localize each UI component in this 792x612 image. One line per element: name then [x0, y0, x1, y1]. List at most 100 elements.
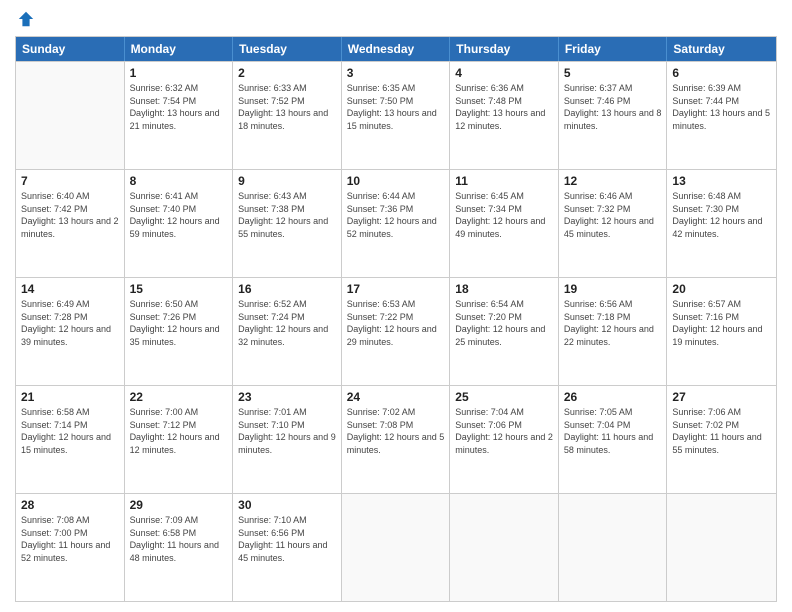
- cal-cell-0-6: 6 Sunrise: 6:39 AM Sunset: 7:44 PM Daylig…: [667, 62, 776, 169]
- day-info: Sunrise: 6:45 AM Sunset: 7:34 PM Dayligh…: [455, 190, 553, 240]
- day-info: Sunrise: 6:37 AM Sunset: 7:46 PM Dayligh…: [564, 82, 662, 132]
- day-number: 21: [21, 390, 119, 404]
- cal-cell-1-4: 11 Sunrise: 6:45 AM Sunset: 7:34 PM Dayli…: [450, 170, 559, 277]
- logo-icon: [17, 10, 35, 28]
- day-info: Sunrise: 6:39 AM Sunset: 7:44 PM Dayligh…: [672, 82, 771, 132]
- header-day-wednesday: Wednesday: [342, 37, 451, 61]
- day-number: 22: [130, 390, 228, 404]
- cal-cell-0-1: 1Sunrise: 6:32 AM Sunset: 7:54 PM Daylig…: [125, 62, 234, 169]
- cal-cell-0-5: 5 Sunrise: 6:37 AM Sunset: 7:46 PM Daylig…: [559, 62, 668, 169]
- cal-cell-4-6: [667, 494, 776, 601]
- day-info: Sunrise: 6:54 AM Sunset: 7:20 PM Dayligh…: [455, 298, 553, 348]
- page: SundayMondayTuesdayWednesdayThursdayFrid…: [0, 0, 792, 612]
- day-info: Sunrise: 6:41 AM Sunset: 7:40 PM Dayligh…: [130, 190, 228, 240]
- cal-cell-1-2: 9 Sunrise: 6:43 AM Sunset: 7:38 PM Daylig…: [233, 170, 342, 277]
- cal-cell-4-5: [559, 494, 668, 601]
- week-row-4: 28 Sunrise: 7:08 AM Sunset: 7:00 PM Dayli…: [16, 493, 776, 601]
- day-number: 9: [238, 174, 336, 188]
- day-info: Sunrise: 6:49 AM Sunset: 7:28 PM Dayligh…: [21, 298, 119, 348]
- cal-cell-4-0: 28 Sunrise: 7:08 AM Sunset: 7:00 PM Dayli…: [16, 494, 125, 601]
- day-number: 15: [130, 282, 228, 296]
- calendar-header: SundayMondayTuesdayWednesdayThursdayFrid…: [16, 37, 776, 61]
- day-number: 24: [347, 390, 445, 404]
- day-info: Sunrise: 6:48 AM Sunset: 7:30 PM Dayligh…: [672, 190, 771, 240]
- cal-cell-0-3: 3 Sunrise: 6:35 AM Sunset: 7:50 PM Daylig…: [342, 62, 451, 169]
- cal-cell-2-5: 19 Sunrise: 6:56 AM Sunset: 7:18 PM Dayli…: [559, 278, 668, 385]
- header: [15, 10, 777, 28]
- day-number: 26: [564, 390, 662, 404]
- cal-cell-0-0: [16, 62, 125, 169]
- day-number: 11: [455, 174, 553, 188]
- cal-cell-2-4: 18 Sunrise: 6:54 AM Sunset: 7:20 PM Dayli…: [450, 278, 559, 385]
- day-number: 2: [238, 66, 336, 80]
- cal-cell-2-0: 14 Sunrise: 6:49 AM Sunset: 7:28 PM Dayli…: [16, 278, 125, 385]
- day-number: 3: [347, 66, 445, 80]
- header-day-thursday: Thursday: [450, 37, 559, 61]
- cal-cell-3-2: 23Sunrise: 7:01 AM Sunset: 7:10 PM Dayli…: [233, 386, 342, 493]
- day-number: 7: [21, 174, 119, 188]
- day-info: Sunrise: 6:35 AM Sunset: 7:50 PM Dayligh…: [347, 82, 445, 132]
- header-day-saturday: Saturday: [667, 37, 776, 61]
- day-number: 28: [21, 498, 119, 512]
- day-info: Sunrise: 7:02 AM Sunset: 7:08 PM Dayligh…: [347, 406, 445, 456]
- day-number: 19: [564, 282, 662, 296]
- cal-cell-1-6: 13 Sunrise: 6:48 AM Sunset: 7:30 PM Dayli…: [667, 170, 776, 277]
- week-row-1: 7 Sunrise: 6:40 AM Sunset: 7:42 PM Daylig…: [16, 169, 776, 277]
- day-number: 14: [21, 282, 119, 296]
- day-info: Sunrise: 6:52 AM Sunset: 7:24 PM Dayligh…: [238, 298, 336, 348]
- day-number: 1: [130, 66, 228, 80]
- header-day-monday: Monday: [125, 37, 234, 61]
- day-info: Sunrise: 7:08 AM Sunset: 7:00 PM Dayligh…: [21, 514, 119, 564]
- day-number: 16: [238, 282, 336, 296]
- cal-cell-3-6: 27 Sunrise: 7:06 AM Sunset: 7:02 PM Dayli…: [667, 386, 776, 493]
- day-number: 30: [238, 498, 336, 512]
- cal-cell-1-1: 8 Sunrise: 6:41 AM Sunset: 7:40 PM Daylig…: [125, 170, 234, 277]
- cal-cell-4-2: 30Sunrise: 7:10 AM Sunset: 6:56 PM Dayli…: [233, 494, 342, 601]
- day-info: Sunrise: 6:57 AM Sunset: 7:16 PM Dayligh…: [672, 298, 771, 348]
- cal-cell-3-0: 21 Sunrise: 6:58 AM Sunset: 7:14 PM Dayli…: [16, 386, 125, 493]
- cal-cell-0-4: 4Sunrise: 6:36 AM Sunset: 7:48 PM Daylig…: [450, 62, 559, 169]
- header-day-sunday: Sunday: [16, 37, 125, 61]
- cal-cell-3-1: 22Sunrise: 7:00 AM Sunset: 7:12 PM Dayli…: [125, 386, 234, 493]
- cal-cell-2-1: 15 Sunrise: 6:50 AM Sunset: 7:26 PM Dayli…: [125, 278, 234, 385]
- day-number: 10: [347, 174, 445, 188]
- day-info: Sunrise: 6:46 AM Sunset: 7:32 PM Dayligh…: [564, 190, 662, 240]
- day-info: Sunrise: 7:05 AM Sunset: 7:04 PM Dayligh…: [564, 406, 662, 456]
- calendar-body: 1Sunrise: 6:32 AM Sunset: 7:54 PM Daylig…: [16, 61, 776, 601]
- cal-cell-1-3: 10 Sunrise: 6:44 AM Sunset: 7:36 PM Dayli…: [342, 170, 451, 277]
- day-info: Sunrise: 6:53 AM Sunset: 7:22 PM Dayligh…: [347, 298, 445, 348]
- header-day-friday: Friday: [559, 37, 668, 61]
- day-info: Sunrise: 6:56 AM Sunset: 7:18 PM Dayligh…: [564, 298, 662, 348]
- day-number: 20: [672, 282, 771, 296]
- day-number: 8: [130, 174, 228, 188]
- day-info: Sunrise: 6:40 AM Sunset: 7:42 PM Dayligh…: [21, 190, 119, 240]
- day-number: 6: [672, 66, 771, 80]
- day-number: 17: [347, 282, 445, 296]
- week-row-0: 1Sunrise: 6:32 AM Sunset: 7:54 PM Daylig…: [16, 61, 776, 169]
- day-info: Sunrise: 7:06 AM Sunset: 7:02 PM Dayligh…: [672, 406, 771, 456]
- cal-cell-4-3: [342, 494, 451, 601]
- day-info: Sunrise: 6:33 AM Sunset: 7:52 PM Dayligh…: [238, 82, 336, 132]
- calendar: SundayMondayTuesdayWednesdayThursdayFrid…: [15, 36, 777, 602]
- day-number: 23: [238, 390, 336, 404]
- day-info: Sunrise: 7:09 AM Sunset: 6:58 PM Dayligh…: [130, 514, 228, 564]
- cal-cell-1-0: 7 Sunrise: 6:40 AM Sunset: 7:42 PM Daylig…: [16, 170, 125, 277]
- logo: [15, 10, 35, 28]
- day-number: 29: [130, 498, 228, 512]
- day-info: Sunrise: 6:50 AM Sunset: 7:26 PM Dayligh…: [130, 298, 228, 348]
- day-number: 27: [672, 390, 771, 404]
- day-number: 18: [455, 282, 553, 296]
- cal-cell-3-4: 25Sunrise: 7:04 AM Sunset: 7:06 PM Dayli…: [450, 386, 559, 493]
- day-number: 13: [672, 174, 771, 188]
- day-info: Sunrise: 6:44 AM Sunset: 7:36 PM Dayligh…: [347, 190, 445, 240]
- cal-cell-4-4: [450, 494, 559, 601]
- day-number: 25: [455, 390, 553, 404]
- cal-cell-2-3: 17 Sunrise: 6:53 AM Sunset: 7:22 PM Dayli…: [342, 278, 451, 385]
- week-row-3: 21 Sunrise: 6:58 AM Sunset: 7:14 PM Dayli…: [16, 385, 776, 493]
- cal-cell-0-2: 2 Sunrise: 6:33 AM Sunset: 7:52 PM Daylig…: [233, 62, 342, 169]
- day-number: 5: [564, 66, 662, 80]
- cal-cell-2-2: 16 Sunrise: 6:52 AM Sunset: 7:24 PM Dayli…: [233, 278, 342, 385]
- day-info: Sunrise: 6:43 AM Sunset: 7:38 PM Dayligh…: [238, 190, 336, 240]
- day-info: Sunrise: 6:58 AM Sunset: 7:14 PM Dayligh…: [21, 406, 119, 456]
- day-info: Sunrise: 6:36 AM Sunset: 7:48 PM Dayligh…: [455, 82, 553, 132]
